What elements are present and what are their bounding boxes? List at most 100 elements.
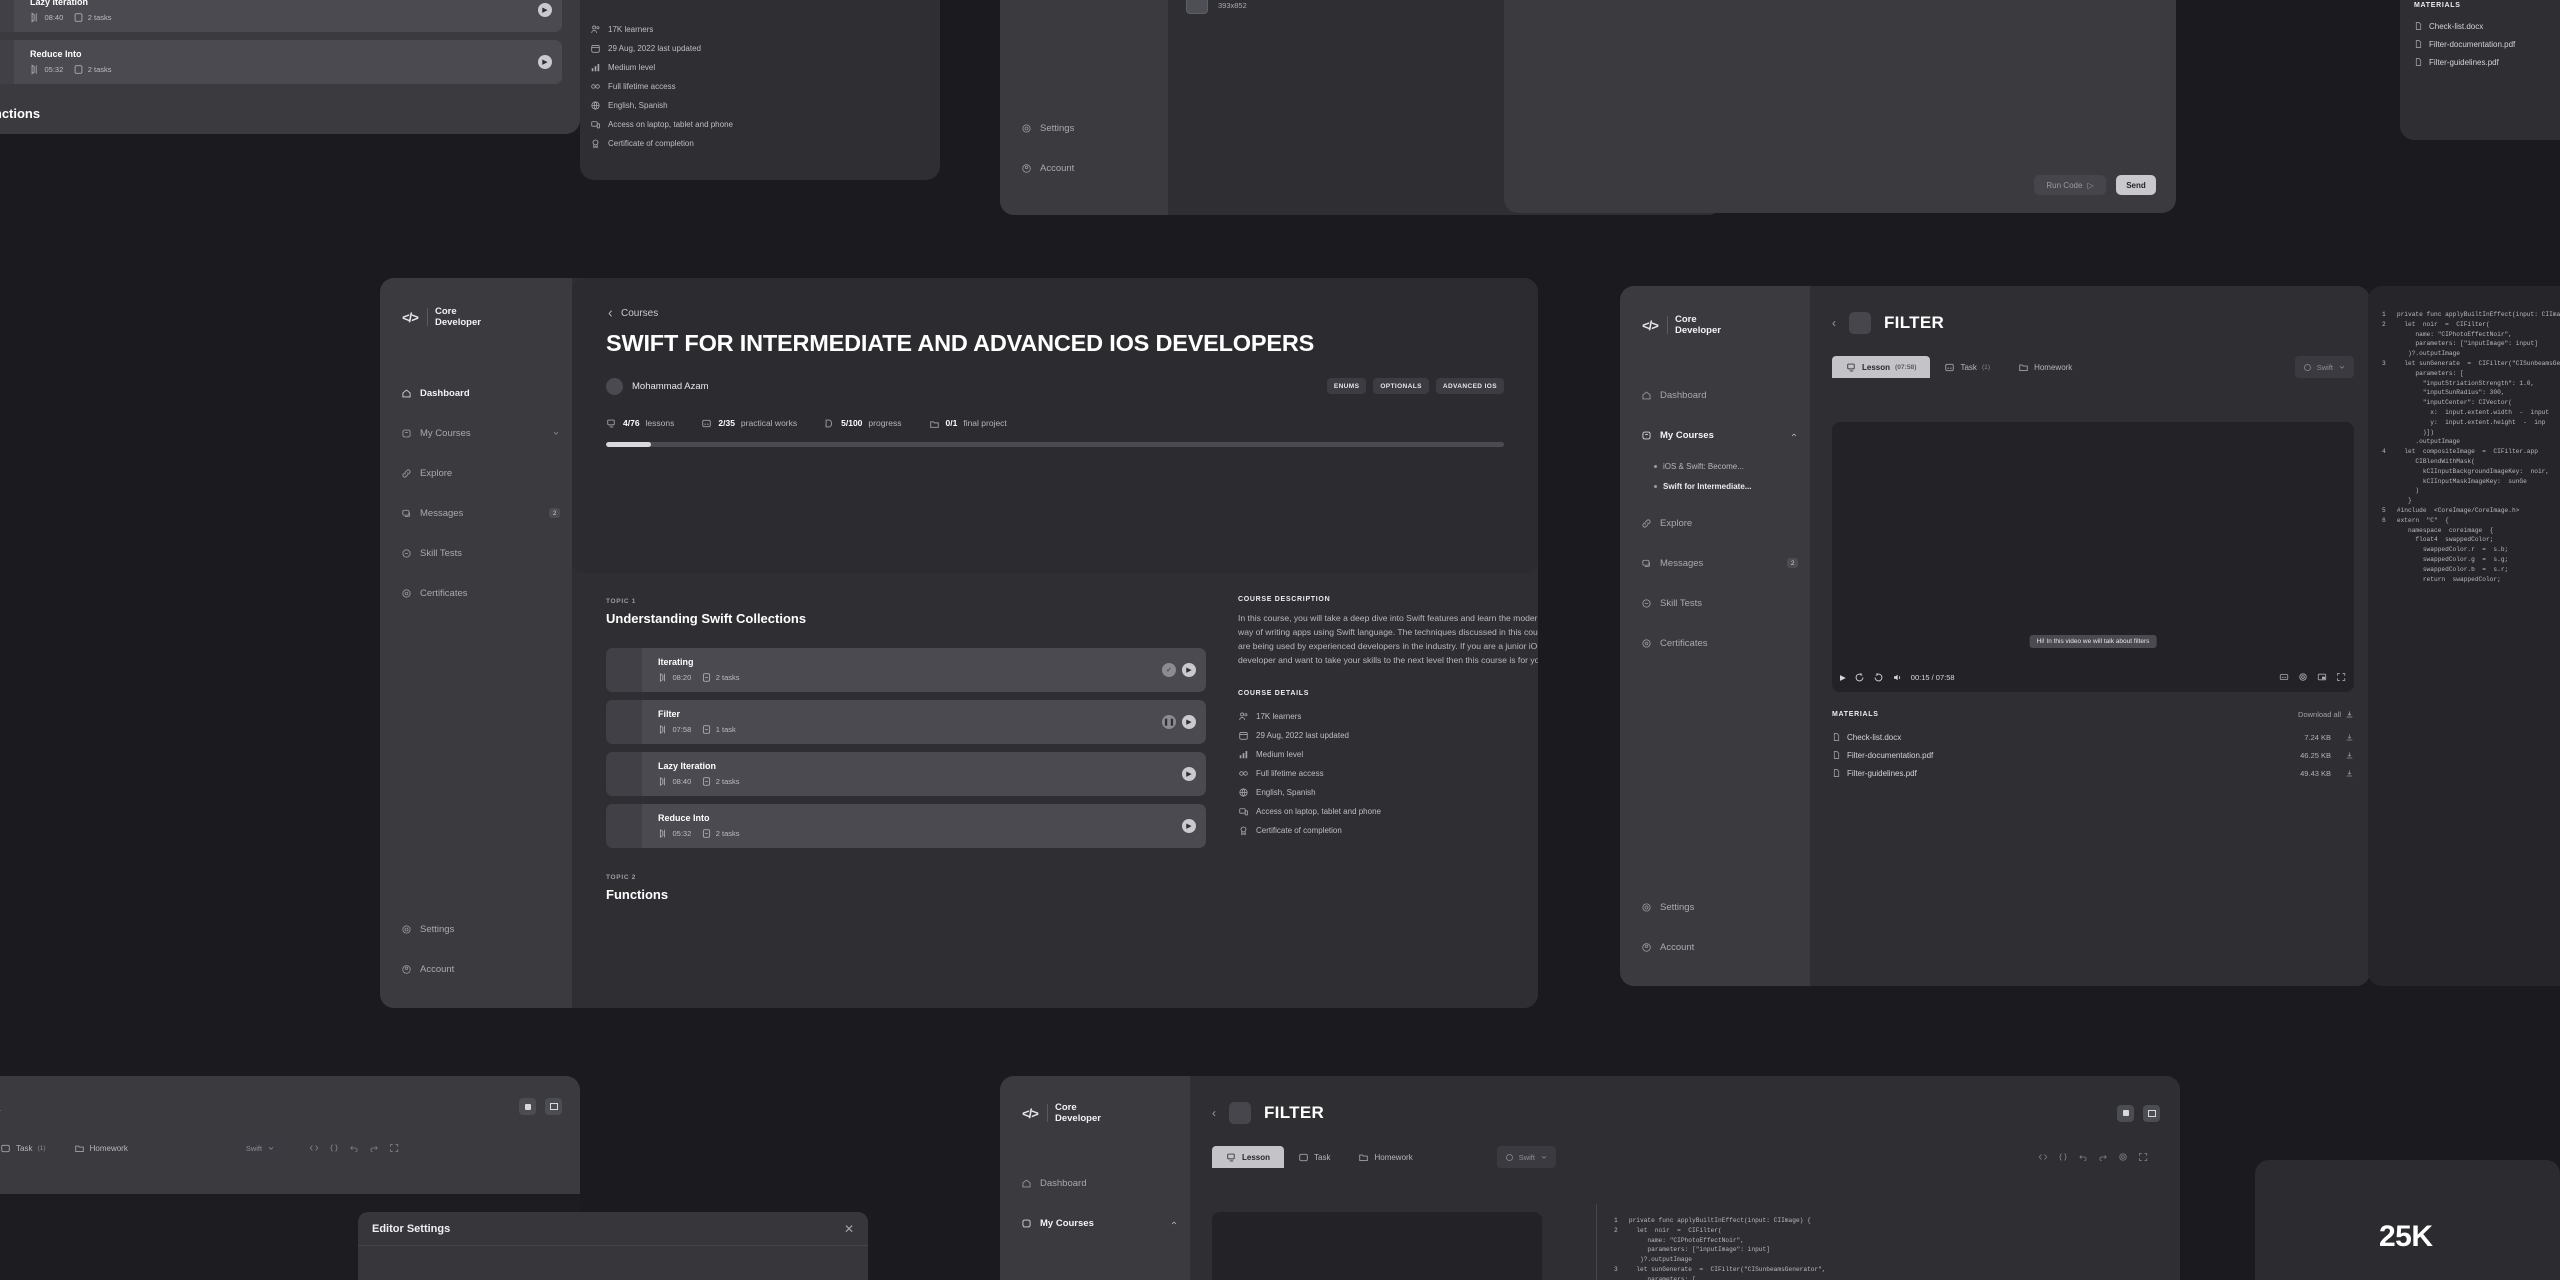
- code-icon[interactable]: [2038, 1152, 2048, 1162]
- pip-icon[interactable]: [2317, 672, 2327, 682]
- material-row[interactable]: Check-list.docx 7.24 KB: [1832, 728, 2354, 746]
- play-button[interactable]: ▶: [538, 3, 552, 17]
- stop-button[interactable]: [519, 1098, 536, 1115]
- tab-task[interactable]: Task (1): [1930, 356, 2004, 378]
- completed-check-icon[interactable]: ✓: [1162, 663, 1176, 677]
- material-row[interactable]: Filter-guidelines.pdf: [2414, 53, 2560, 71]
- forward-10-icon[interactable]: [1873, 672, 1884, 683]
- table-row[interactable]: Reduce Into 05:32 2 tasks ▶: [606, 804, 1206, 848]
- expand-icon[interactable]: [2138, 1152, 2148, 1162]
- rewind-10-icon[interactable]: [1854, 672, 1865, 683]
- lesson-row[interactable]: Lazy Iteration 08:40 2 tasks ▶: [0, 0, 562, 32]
- tab-homework[interactable]: Homework: [2004, 356, 2086, 378]
- download-icon[interactable]: [2345, 751, 2354, 760]
- expand-icon[interactable]: [389, 1143, 399, 1153]
- sidebar-item-messages[interactable]: Messages 2: [1620, 550, 1810, 576]
- tab-homework[interactable]: Homework: [60, 1137, 142, 1159]
- sidebar-item-my-courses[interactable]: My Courses: [380, 420, 572, 446]
- sidebar-item-explore[interactable]: Explore: [380, 460, 572, 486]
- sidebar-item-skill-tests[interactable]: Skill Tests: [1620, 590, 1810, 616]
- close-icon[interactable]: ✕: [844, 1222, 854, 1236]
- tag[interactable]: OPTIONALS: [1373, 378, 1429, 394]
- lesson-actions[interactable]: ▶: [538, 3, 552, 17]
- play-button[interactable]: ▶: [1182, 767, 1196, 781]
- sidebar-subitem-course-2[interactable]: Swift for Intermediate...: [1620, 476, 1810, 496]
- language-selector[interactable]: Swift: [238, 1137, 283, 1159]
- download-icon[interactable]: [2345, 733, 2354, 742]
- download-all-button[interactable]: Download all: [2298, 710, 2354, 719]
- sidebar-item-certificates[interactable]: Certificates: [1620, 630, 1810, 656]
- material-row[interactable]: Filter-guidelines.pdf 49.43 KB: [1832, 764, 2354, 782]
- redo-icon[interactable]: [369, 1143, 379, 1153]
- pause-button[interactable]: ❚❚: [1162, 715, 1176, 729]
- code-block[interactable]: 1 private func applyBuiltInEffect(input:…: [2382, 310, 2560, 584]
- play-button[interactable]: ▶: [1182, 819, 1196, 833]
- sidebar-item-account[interactable]: Account: [1000, 155, 1168, 181]
- lesson-actions[interactable]: ▶: [538, 55, 552, 69]
- fullscreen-icon[interactable]: [2336, 672, 2346, 682]
- play-button[interactable]: ▶: [1182, 715, 1196, 729]
- sidebar-subitem-course-1[interactable]: iOS & Swift: Become...: [1620, 456, 1810, 476]
- sidebar-item-dashboard[interactable]: Dashboard: [1620, 382, 1810, 408]
- stop-button[interactable]: [2117, 1105, 2134, 1122]
- tab-lesson[interactable]: Lesson (07:58): [1832, 356, 1930, 378]
- sidebar-item-certificates[interactable]: Certificates: [380, 580, 572, 606]
- sidebar-item-dashboard[interactable]: Dashboard: [380, 380, 572, 406]
- gear-icon[interactable]: [2298, 672, 2308, 682]
- volume-icon[interactable]: [1892, 672, 1903, 683]
- code-icon[interactable]: [309, 1143, 319, 1153]
- play-button[interactable]: ▶: [538, 55, 552, 69]
- back-button[interactable]: ‹: [1832, 316, 1836, 330]
- lesson-row[interactable]: Reduce Into 05:32 2 tasks ▶: [0, 40, 562, 84]
- sidebar-item-settings[interactable]: Settings: [380, 916, 572, 942]
- chevron-down-icon[interactable]: [552, 429, 560, 437]
- chevron-up-icon[interactable]: [1790, 431, 1798, 439]
- sidebar-item-settings[interactable]: Settings: [1620, 894, 1810, 920]
- lesson-actions[interactable]: ✓ ▶: [1162, 663, 1196, 677]
- table-row[interactable]: Iterating 08:20 2 tasks ✓ ▶: [606, 648, 1206, 692]
- play-button[interactable]: ▶: [1182, 663, 1196, 677]
- video-player[interactable]: Hi! In this video we will talk about fil…: [1832, 422, 2354, 692]
- lesson-actions[interactable]: ❚❚ ▶: [1162, 715, 1196, 729]
- braces-icon[interactable]: [329, 1143, 339, 1153]
- breadcrumb[interactable]: Courses: [606, 308, 1504, 319]
- back-button[interactable]: ‹: [1212, 1106, 1216, 1120]
- sidebar-item-account[interactable]: Account: [1620, 934, 1810, 960]
- redo-icon[interactable]: [2098, 1152, 2108, 1162]
- play-icon[interactable]: ▶: [1840, 673, 1846, 682]
- device-selector[interactable]: iPhone 14 Pro 393x852: [1186, 0, 1278, 14]
- language-selector[interactable]: Swift: [1497, 1146, 1556, 1168]
- sidebar-item-settings[interactable]: Settings: [1000, 115, 1168, 141]
- tag[interactable]: ENUMS: [1327, 378, 1366, 394]
- layout-button[interactable]: [545, 1098, 562, 1115]
- tab-lesson[interactable]: Lesson: [1212, 1146, 1284, 1168]
- captions-icon[interactable]: [2279, 672, 2289, 682]
- download-icon[interactable]: [2345, 769, 2354, 778]
- tab-homework[interactable]: Homework: [1344, 1146, 1426, 1168]
- sidebar-item-skill-tests[interactable]: Skill Tests: [380, 540, 572, 566]
- braces-icon[interactable]: [2058, 1152, 2068, 1162]
- video-player[interactable]: [1212, 1212, 1542, 1280]
- material-row[interactable]: Filter-documentation.pdf 46.25 KB: [1832, 746, 2354, 764]
- lesson-actions[interactable]: ▶: [1182, 767, 1196, 781]
- material-row[interactable]: Check-list.docx: [2414, 17, 2560, 35]
- tab-task[interactable]: Task (1): [0, 1137, 60, 1159]
- sidebar-item-my-courses[interactable]: My Courses: [1620, 422, 1810, 448]
- table-row[interactable]: Lazy Iteration 08:40 2 tasks ▶: [606, 752, 1206, 796]
- sidebar-item-account[interactable]: Account: [380, 956, 572, 982]
- tag[interactable]: ADVANCED IOS: [1436, 378, 1504, 394]
- undo-icon[interactable]: [349, 1143, 359, 1153]
- code-block[interactable]: 1 private func applyBuiltInEffect(input:…: [1614, 1216, 2172, 1280]
- sidebar-item-explore[interactable]: Explore: [1620, 510, 1810, 536]
- language-selector[interactable]: Swift: [2295, 356, 2354, 378]
- sidebar-item-dashboard[interactable]: Dashboard: [1000, 1170, 1190, 1196]
- sidebar-item-messages[interactable]: Messages 2: [380, 500, 572, 526]
- table-row[interactable]: Filter 07:58 1 task ❚❚ ▶: [606, 700, 1206, 744]
- layout-button[interactable]: [2143, 1105, 2160, 1122]
- tab-task[interactable]: Task: [1284, 1146, 1344, 1168]
- sidebar-item-my-courses[interactable]: My Courses: [1000, 1210, 1190, 1236]
- material-row[interactable]: Filter-documentation.pdf: [2414, 35, 2560, 53]
- send-button[interactable]: Send: [2116, 175, 2156, 195]
- gear-icon[interactable]: [2118, 1152, 2128, 1162]
- lesson-actions[interactable]: ▶: [1182, 819, 1196, 833]
